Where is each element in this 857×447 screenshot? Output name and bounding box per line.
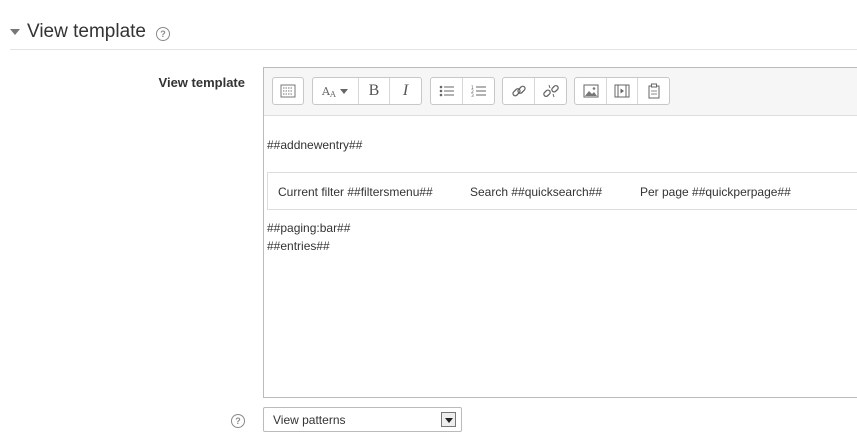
toolbar-group-toggle (272, 77, 304, 105)
section-header: View template ? (10, 20, 857, 50)
filter-row: Current filter ##filtersmenu## Search ##… (267, 172, 857, 210)
link-icon (511, 85, 526, 97)
template-line-paging: ##paging:bar## (267, 221, 351, 235)
toolbar-toggle-icon (280, 84, 296, 98)
italic-button[interactable]: I (390, 78, 421, 104)
unlink-button[interactable] (535, 78, 566, 104)
filter-item-per-page: Per page ##quickperpage## (640, 185, 791, 199)
dropdown-arrow-icon[interactable] (441, 412, 456, 427)
field-label: View template (158, 75, 245, 90)
link-button[interactable] (503, 78, 535, 104)
image-icon (583, 84, 598, 98)
numbered-list-icon: 1 2 3 (471, 85, 486, 98)
toolbar-group-links (502, 77, 567, 105)
patterns-help-icon[interactable]: ? (231, 414, 245, 428)
bold-button[interactable]: B (359, 78, 390, 104)
template-line-addnewentry: ##addnewentry## (267, 138, 363, 152)
toolbar-group-text: A A B I (312, 77, 422, 105)
help-icon[interactable]: ? (156, 27, 170, 41)
editor-content-area[interactable]: ##addnewentry## Current filter ##filters… (264, 115, 857, 397)
bullet-list-icon (439, 85, 454, 97)
view-patterns-value: View patterns (273, 413, 346, 427)
font-style-icon: A A (321, 85, 348, 98)
template-line-entries: ##entries## (267, 239, 330, 253)
unlink-icon (542, 84, 559, 98)
svg-text:A: A (329, 90, 336, 98)
toolbar-group-media (574, 77, 670, 105)
toolbar-group-lists: 1 2 3 (430, 77, 495, 105)
media-button[interactable] (607, 78, 638, 104)
filter-item-search: Search ##quicksearch## (470, 185, 603, 199)
image-button[interactable] (575, 78, 607, 104)
template-editor: A A B I 1 2 3 ##addnewentry## Current fi… (263, 67, 857, 398)
section-title[interactable]: View template (27, 21, 146, 43)
svg-text:3: 3 (471, 93, 474, 98)
numbered-list-button[interactable]: 1 2 3 (463, 78, 494, 104)
manage-files-icon (648, 83, 659, 99)
collapse-caret-icon[interactable] (10, 29, 20, 35)
toolbar-toggle-button[interactable] (273, 78, 303, 104)
editor-toolbar: A A B I 1 2 3 (264, 68, 857, 116)
manage-files-button[interactable] (638, 78, 669, 104)
bullet-list-button[interactable] (431, 78, 463, 104)
view-patterns-select[interactable]: View patterns (263, 407, 462, 432)
media-icon (614, 84, 630, 98)
font-style-button[interactable]: A A (313, 78, 359, 104)
filter-item-current-filter: Current filter ##filtersmenu## (278, 185, 433, 199)
